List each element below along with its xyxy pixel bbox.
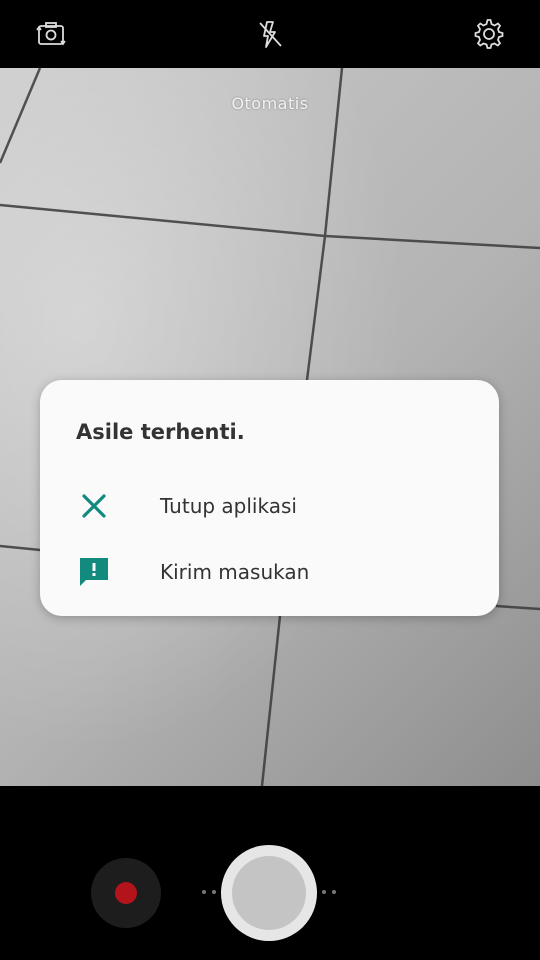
mode-indicator-dots-left (202, 890, 216, 896)
send-feedback-option[interactable]: Kirim masukan (40, 542, 499, 602)
record-video-button[interactable] (91, 858, 161, 928)
switch-camera-icon[interactable] (31, 14, 71, 54)
camera-screen: Otomatis Asile terhenti. Tutup aplikasi (0, 0, 540, 960)
close-icon (76, 488, 112, 524)
shooting-mode-label[interactable]: Otomatis (0, 94, 540, 113)
dialog-title: Asile terhenti. (76, 420, 245, 444)
top-toolbar (0, 0, 540, 68)
record-icon (115, 882, 137, 904)
flash-off-icon[interactable] (250, 14, 290, 54)
close-app-label: Tutup aplikasi (160, 494, 297, 518)
app-stopped-dialog: Asile terhenti. Tutup aplikasi Kirim mas… (40, 380, 499, 616)
feedback-icon (76, 554, 112, 590)
bottom-controls (0, 786, 540, 960)
close-app-option[interactable]: Tutup aplikasi (40, 476, 499, 536)
shutter-inner (232, 856, 306, 930)
settings-icon[interactable] (469, 14, 509, 54)
shutter-button[interactable] (221, 845, 317, 941)
mode-indicator-dots-right (322, 890, 336, 896)
send-feedback-label: Kirim masukan (160, 560, 310, 584)
